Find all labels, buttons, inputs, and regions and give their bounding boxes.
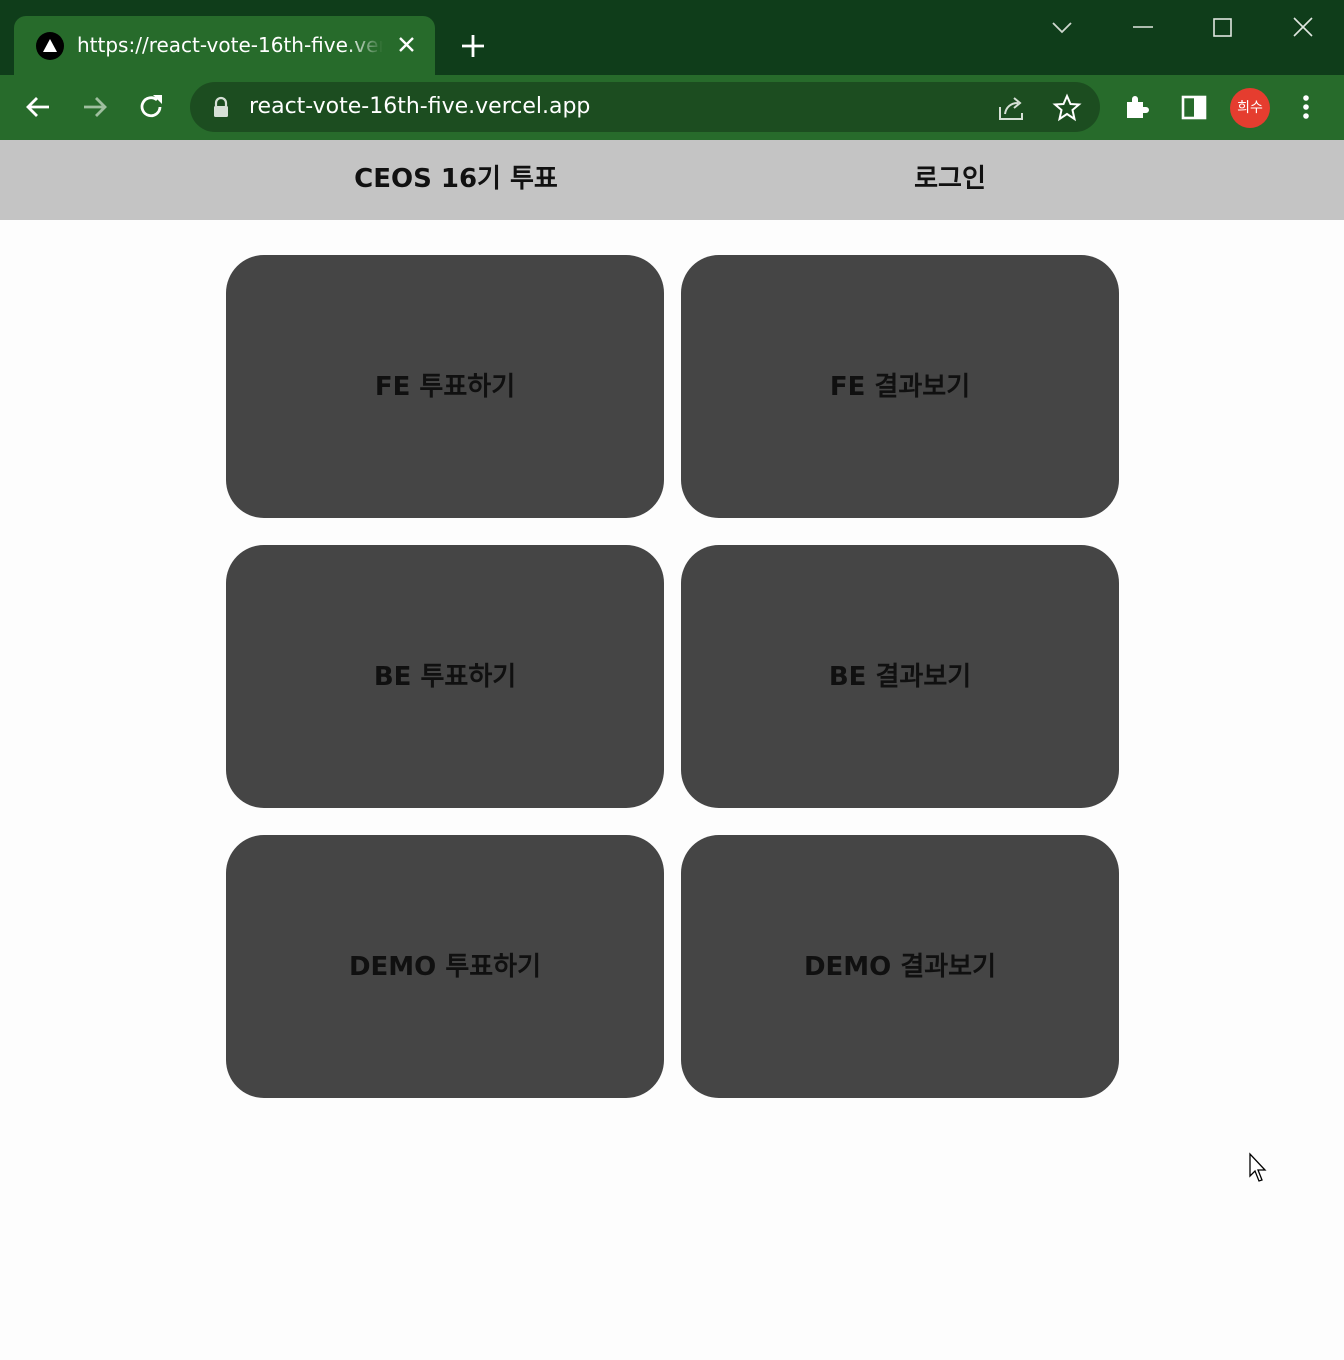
- card-label: BE 결과보기: [828, 662, 972, 692]
- be-results-card[interactable]: BE 결과보기: [681, 545, 1119, 808]
- new-tab-plus-icon[interactable]: [458, 30, 488, 60]
- card-label: DEMO 결과보기: [803, 952, 997, 982]
- page-title: CEOS 16기 투표: [354, 164, 558, 194]
- fe-results-card[interactable]: FE 결과보기: [681, 255, 1119, 518]
- side-panel-icon[interactable]: [1178, 91, 1210, 123]
- site-header: CEOS 16기 투표 로그인: [0, 140, 1344, 220]
- extensions-puzzle-icon[interactable]: [1121, 91, 1153, 123]
- profile-avatar[interactable]: 희수: [1230, 88, 1270, 128]
- card-label: FE 결과보기: [829, 372, 971, 402]
- browser-tab[interactable]: https://react-vote-16th-five.vercel.app: [14, 16, 435, 75]
- mouse-cursor-icon: [1248, 1152, 1272, 1184]
- demo-vote-card[interactable]: DEMO 투표하기: [226, 835, 664, 1098]
- browser-toolbar: react-vote-16th-five.vercel.app 희수: [0, 75, 1344, 140]
- card-label: BE 투표하기: [373, 662, 517, 692]
- maximize-icon[interactable]: [1209, 14, 1237, 42]
- reload-icon[interactable]: [135, 91, 167, 123]
- be-vote-card[interactable]: BE 투표하기: [226, 545, 664, 808]
- url-text[interactable]: react-vote-16th-five.vercel.app: [249, 94, 590, 119]
- close-window-icon[interactable]: [1290, 14, 1318, 42]
- close-tab-icon[interactable]: [396, 33, 418, 57]
- back-arrow-icon[interactable]: [22, 91, 54, 123]
- menu-kebab-icon[interactable]: [1290, 91, 1322, 123]
- card-label: DEMO 투표하기: [348, 952, 542, 982]
- share-icon[interactable]: [996, 93, 1026, 123]
- lock-icon[interactable]: [212, 96, 230, 118]
- address-bar[interactable]: react-vote-16th-five.vercel.app: [190, 82, 1100, 132]
- bookmark-star-icon[interactable]: [1052, 93, 1082, 123]
- vercel-triangle-icon: [36, 32, 64, 60]
- minimize-icon[interactable]: [1129, 14, 1157, 42]
- demo-results-card[interactable]: DEMO 결과보기: [681, 835, 1119, 1098]
- fe-vote-card[interactable]: FE 투표하기: [226, 255, 664, 518]
- forward-arrow-icon[interactable]: [79, 91, 111, 123]
- card-label: FE 투표하기: [374, 372, 516, 402]
- browser-titlebar: https://react-vote-16th-five.vercel.app: [0, 0, 1344, 75]
- tab-title: https://react-vote-16th-five.vercel.app: [77, 33, 383, 57]
- login-link[interactable]: 로그인: [850, 158, 1050, 195]
- tab-search-chevron-icon[interactable]: [1048, 14, 1076, 42]
